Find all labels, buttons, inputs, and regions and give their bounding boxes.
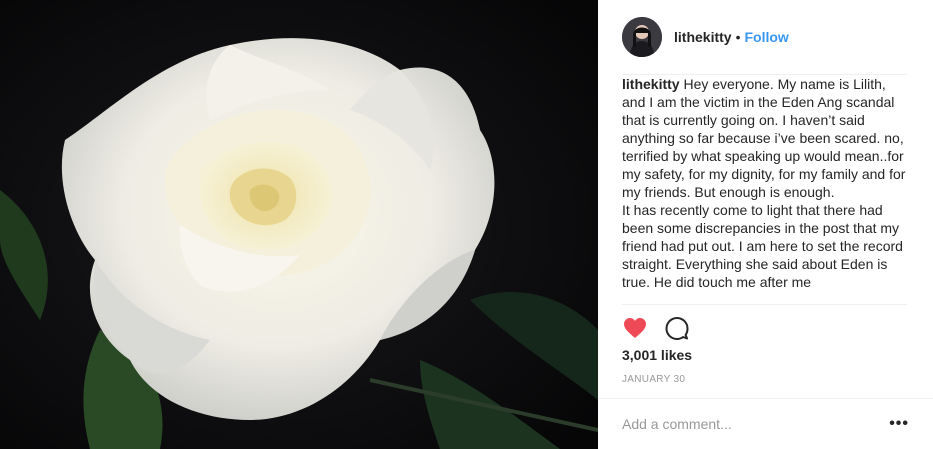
caption-text: Hey everyone. My name is Lilith, and I a… <box>622 76 906 290</box>
comment-input[interactable] <box>622 416 890 432</box>
heart-icon <box>624 317 646 338</box>
post-sidebar: lithekitty • Follow lithekitty Hey every… <box>598 0 933 449</box>
caption-area[interactable]: lithekitty Hey everyone. My name is Lili… <box>622 74 907 304</box>
separator-dot: • <box>735 29 741 45</box>
username-link[interactable]: lithekitty <box>674 29 732 45</box>
comment-bar: ••• <box>598 398 933 449</box>
caption-username[interactable]: lithekitty <box>622 76 680 92</box>
avatar[interactable] <box>622 17 662 57</box>
post-date: JANUARY 30 <box>622 374 686 385</box>
rose-image <box>0 0 598 449</box>
avatar-image <box>622 17 662 57</box>
comment-button[interactable] <box>664 315 690 341</box>
post-photo[interactable] <box>0 0 598 449</box>
action-bar <box>622 304 907 350</box>
follow-button[interactable]: Follow <box>744 29 788 45</box>
caption: lithekitty Hey everyone. My name is Lili… <box>622 75 907 291</box>
comment-icon <box>665 316 689 340</box>
likes-count[interactable]: 3,001 likes <box>622 347 692 363</box>
more-options-button[interactable]: ••• <box>889 415 909 433</box>
like-button[interactable] <box>622 315 648 341</box>
post-header: lithekitty • Follow <box>598 0 933 74</box>
